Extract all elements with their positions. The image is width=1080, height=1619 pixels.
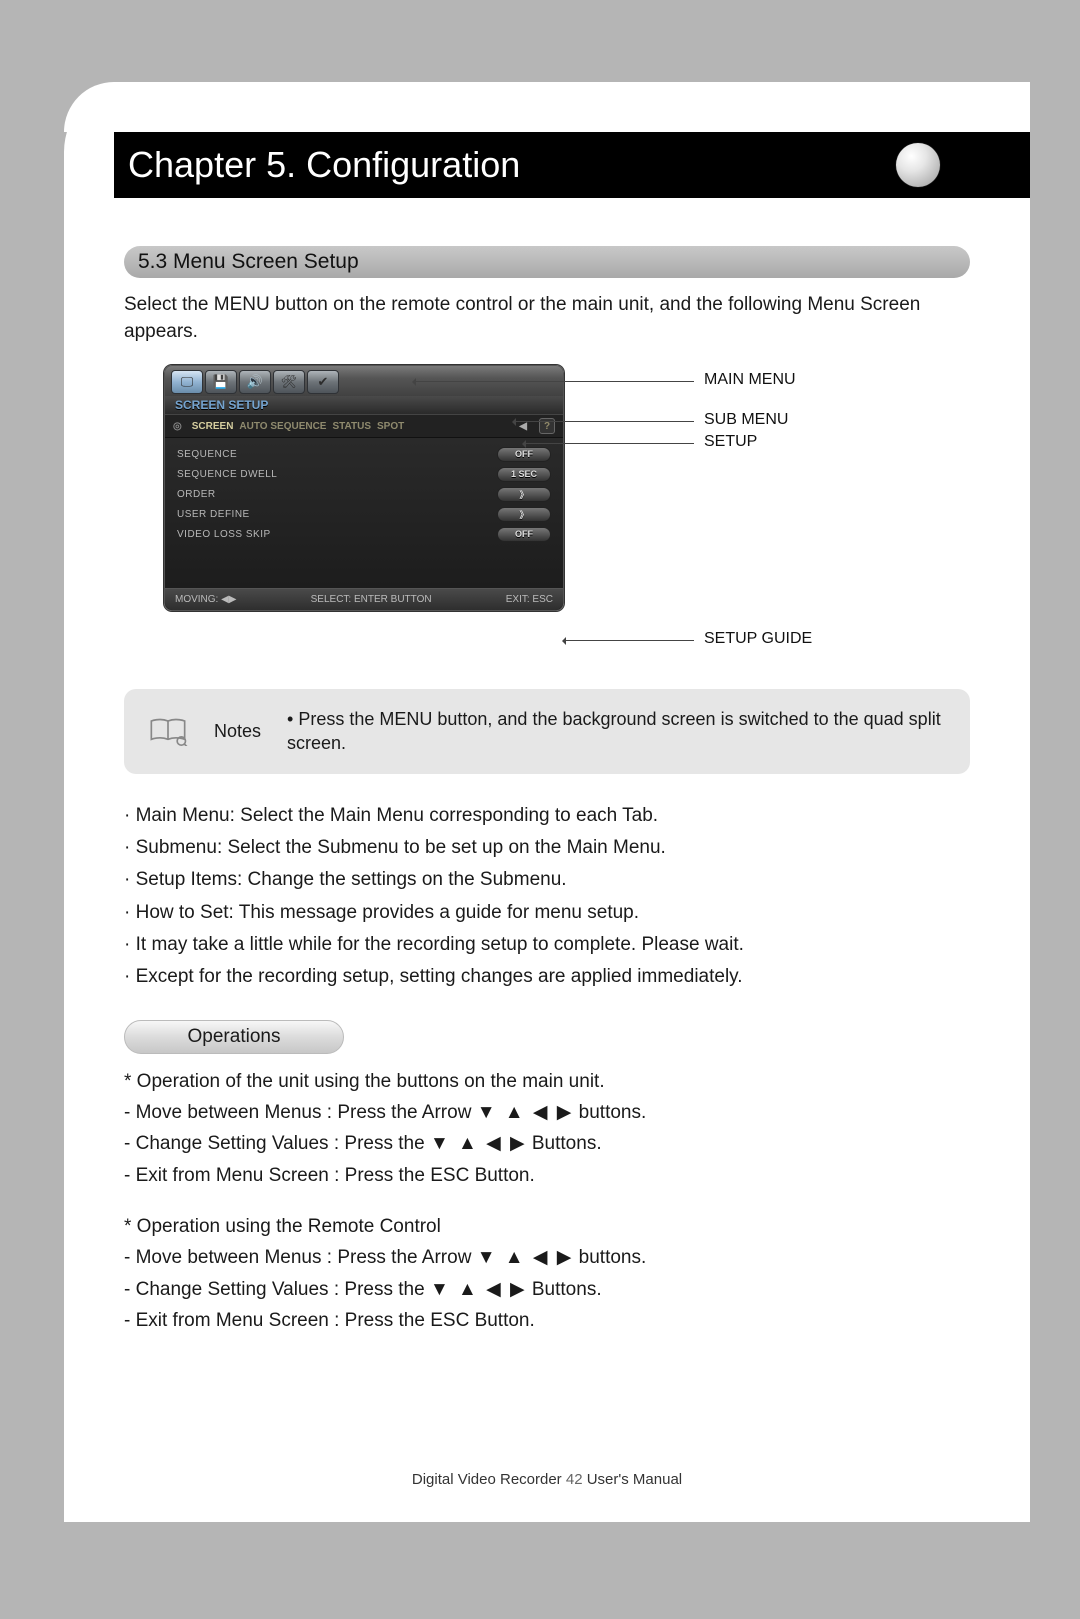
- ops-line: - Exit from Menu Screen : Press the ESC …: [124, 1305, 970, 1336]
- dvr-row-label: VIDEO LOSS SKIP: [177, 529, 497, 540]
- callout-line: [414, 381, 694, 382]
- footer-left: Digital Video Recorder: [412, 1471, 562, 1488]
- arrow-icons: ▼ ▲ ◀ ▶: [477, 1102, 574, 1123]
- dvr-footer-moving: MOVING: ◀▶: [175, 594, 237, 605]
- operations-pill-label: Operations: [188, 1026, 281, 1048]
- operations-block-unit: * Operation of the unit using the button…: [124, 1066, 970, 1191]
- bullet-item: · Except for the recording setup, settin…: [124, 961, 970, 993]
- callout-setup: SETUP: [704, 433, 757, 451]
- operations-pill: Operations: [124, 1020, 344, 1054]
- callout-line: [524, 443, 694, 444]
- section-header: 5.3 Menu Screen Setup: [124, 246, 970, 278]
- check-icon: ✔: [307, 370, 339, 394]
- chapter-title: Chapter 5. Configuration: [128, 144, 520, 186]
- ops-text: - Change Setting Values : Press the: [124, 1279, 430, 1300]
- dvr-row-label: ORDER: [177, 489, 497, 500]
- dvr-row: SEQUENCE OFF: [177, 444, 551, 464]
- footer-page-number: 42: [566, 1471, 583, 1488]
- ops-text: Buttons.: [527, 1133, 602, 1154]
- top-white-band: [64, 82, 1030, 132]
- page: Chapter 5. Configuration 5.3 Menu Screen…: [64, 82, 1030, 1522]
- bullet-item: · It may take a little while for the rec…: [124, 929, 970, 961]
- bullet-item: · How to Set: This message provides a gu…: [124, 897, 970, 929]
- ops-text: buttons.: [573, 1102, 646, 1123]
- ops-text: - Change Setting Values : Press the: [124, 1133, 430, 1154]
- footer-right: User's Manual: [587, 1471, 682, 1488]
- ops-line: - Move between Menus : Press the Arrow ▼…: [124, 1242, 970, 1273]
- chapter-header-band: Chapter 5. Configuration: [114, 132, 1030, 198]
- dvr-row-value: OFF: [497, 447, 551, 462]
- ops-line: - Change Setting Values : Press the ▼ ▲ …: [124, 1274, 970, 1305]
- callout-line: [514, 421, 694, 422]
- dvr-tab-screen: SCREEN: [192, 421, 234, 432]
- screenshot-area: 🖵 💾 🔊 🛠 ✔ SCREEN SETUP ◎ SCREEN AUTO SEQ…: [164, 365, 970, 665]
- arrow-icons: ▼ ▲ ◀ ▶: [430, 1279, 527, 1300]
- ops-text: - Move between Menus : Press the Arrow: [124, 1247, 477, 1268]
- callout-line: [564, 640, 694, 641]
- notes-box: Notes • Press the MENU button, and the b…: [124, 689, 970, 774]
- audio-icon: 🔊: [239, 370, 271, 394]
- ops-line: - Change Setting Values : Press the ▼ ▲ …: [124, 1128, 970, 1159]
- open-book-icon: [148, 716, 188, 746]
- dvr-body: SEQUENCE OFF SEQUENCE DWELL 1 SEC ORDER …: [165, 438, 563, 588]
- dvr-row-value: 》: [497, 487, 551, 502]
- tool-icon: 🛠: [273, 370, 305, 394]
- dvr-row-value: 1 SEC: [497, 467, 551, 482]
- dvr-row-label: SEQUENCE DWELL: [177, 469, 497, 480]
- dvr-row: USER DEFINE 》: [177, 504, 551, 524]
- ops-text: Buttons.: [527, 1279, 602, 1300]
- monitor-icon: 🖵: [171, 370, 203, 394]
- section-title: 5.3 Menu Screen Setup: [138, 250, 359, 274]
- dvr-footer: MOVING: ◀▶ SELECT: ENTER BUTTON EXIT: ES…: [165, 588, 563, 610]
- bullet-list: · Main Menu: Select the Main Menu corres…: [124, 800, 970, 994]
- arrow-icons: ▼ ▲ ◀ ▶: [477, 1247, 574, 1268]
- ops-text: buttons.: [573, 1247, 646, 1268]
- dvr-row: SEQUENCE DWELL 1 SEC: [177, 464, 551, 484]
- ops-line: - Move between Menus : Press the Arrow ▼…: [124, 1097, 970, 1128]
- dvr-tab-autoseq: AUTO SEQUENCE: [239, 421, 326, 432]
- bullet-item: · Main Menu: Select the Main Menu corres…: [124, 800, 970, 832]
- callout-main-menu: MAIN MENU: [704, 371, 796, 389]
- dvr-footer-exit: EXIT: ESC: [506, 594, 553, 605]
- notes-label: Notes: [214, 721, 261, 742]
- dvr-screenshot: 🖵 💾 🔊 🛠 ✔ SCREEN SETUP ◎ SCREEN AUTO SEQ…: [164, 365, 564, 611]
- dvr-tab-status: STATUS: [332, 421, 371, 432]
- arrow-icons: ▼ ▲ ◀ ▶: [430, 1133, 527, 1154]
- disk-icon: 💾: [205, 370, 237, 394]
- dvr-row-value: 》: [497, 507, 551, 522]
- page-footer: Digital Video Recorder 42 User's Manual: [64, 1471, 1030, 1488]
- dvr-tab-row: ◎ SCREEN AUTO SEQUENCE STATUS SPOT ◀ ?: [165, 414, 563, 438]
- dvr-row: ORDER 》: [177, 484, 551, 504]
- dvr-row-label: SEQUENCE: [177, 449, 497, 460]
- bullet-item: · Setup Items: Change the settings on th…: [124, 864, 970, 896]
- ops-title: * Operation using the Remote Control: [124, 1211, 970, 1242]
- dvr-row-label: USER DEFINE: [177, 509, 497, 520]
- dvr-row-value: OFF: [497, 527, 551, 542]
- back-arrow-icon: ◀: [519, 421, 527, 432]
- below-header-spacer: [114, 198, 1030, 246]
- dvr-heading: SCREEN SETUP: [165, 396, 563, 414]
- decorative-orb: [896, 143, 940, 187]
- callout-setup-guide: SETUP GUIDE: [704, 630, 812, 648]
- notes-text: • Press the MENU button, and the backgro…: [287, 707, 946, 756]
- section-intro: Select the MENU button on the remote con…: [124, 292, 970, 345]
- dvr-row: VIDEO LOSS SKIP OFF: [177, 524, 551, 544]
- ops-line: - Exit from Menu Screen : Press the ESC …: [124, 1160, 970, 1191]
- ops-title: * Operation of the unit using the button…: [124, 1066, 970, 1097]
- operations-block-remote: * Operation using the Remote Control - M…: [124, 1211, 970, 1336]
- bullet-item: · Submenu: Select the Submenu to be set …: [124, 832, 970, 864]
- dvr-footer-select: SELECT: ENTER BUTTON: [237, 594, 506, 605]
- callout-sub-menu: SUB MENU: [704, 411, 788, 429]
- dvr-tab-spot: SPOT: [377, 421, 404, 432]
- content-area: 5.3 Menu Screen Setup Select the MENU bu…: [64, 246, 1030, 1336]
- ops-text: - Move between Menus : Press the Arrow: [124, 1102, 477, 1123]
